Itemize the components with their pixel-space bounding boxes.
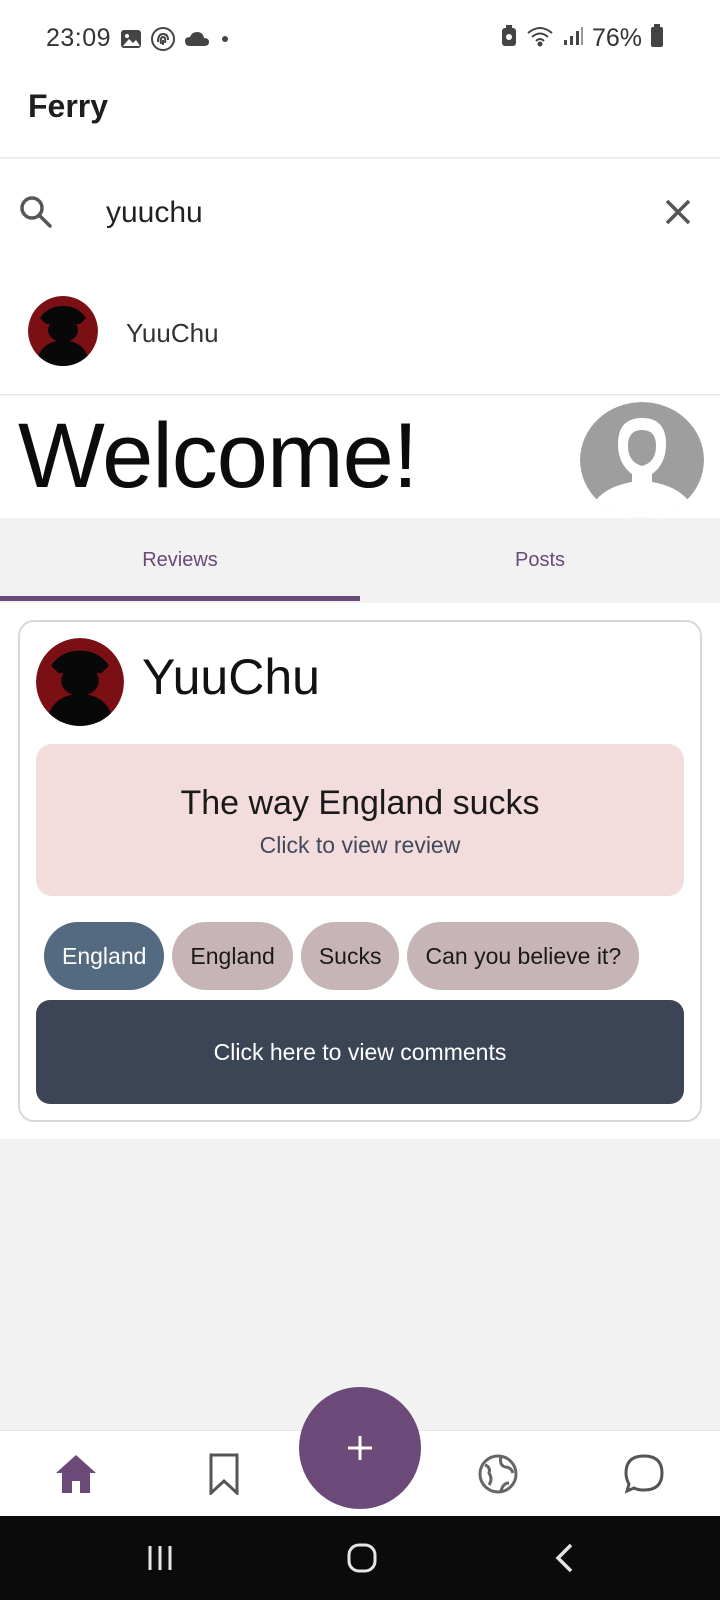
add-button[interactable] <box>299 1387 421 1509</box>
close-icon[interactable] <box>664 198 692 226</box>
tag-chip[interactable]: England <box>44 922 165 990</box>
battery-icon <box>650 24 664 53</box>
chat-icon[interactable] <box>620 1450 668 1498</box>
battery-percent: 76% <box>591 24 642 52</box>
tab-indicator <box>0 596 360 601</box>
review-author-name[interactable]: YuuChu <box>142 648 320 706</box>
welcome-title: Welcome! <box>18 405 418 507</box>
status-time: 23:09 <box>46 24 112 52</box>
view-comments-button[interactable]: Click here to view comments <box>36 1000 684 1104</box>
home-icon[interactable] <box>52 1450 100 1498</box>
tag-chip[interactable]: Sucks <box>300 922 400 990</box>
fingerprint-icon <box>150 26 176 57</box>
review-author-avatar[interactable] <box>36 638 124 726</box>
bookmark-icon[interactable] <box>200 1450 248 1498</box>
tag-list: England England Sucks Can you believe it… <box>44 922 640 990</box>
back-icon[interactable] <box>542 1540 586 1576</box>
image-icon <box>120 28 142 55</box>
battery-saver-icon <box>500 25 518 52</box>
review-title[interactable]: The way England sucks <box>36 784 684 823</box>
signal-icon <box>562 25 584 52</box>
tab-posts[interactable]: Posts <box>360 518 720 602</box>
avatar[interactable] <box>580 402 704 518</box>
tag-chip[interactable]: Can you believe it? <box>407 922 640 990</box>
tab-bar: Reviews Posts <box>0 518 720 602</box>
search-input[interactable]: yuuchu <box>106 196 203 230</box>
dot-icon <box>218 32 232 51</box>
status-left-icons <box>120 26 232 57</box>
search-result-row[interactable] <box>0 267 720 395</box>
result-name[interactable]: YuuChu <box>126 318 219 349</box>
home-circle-icon[interactable] <box>340 1540 384 1576</box>
search-icon[interactable] <box>18 194 54 230</box>
result-avatar <box>28 296 98 366</box>
cloud-icon <box>184 30 210 53</box>
tag-chip[interactable]: England <box>172 922 293 990</box>
globe-icon[interactable] <box>474 1450 522 1498</box>
tab-reviews[interactable]: Reviews <box>0 518 360 602</box>
wifi-icon <box>526 25 554 52</box>
recent-apps-icon[interactable] <box>138 1540 182 1576</box>
status-right: 76% <box>500 24 664 53</box>
review-subtitle[interactable]: Click to view review <box>36 832 684 859</box>
app-title: Ferry <box>28 88 109 124</box>
